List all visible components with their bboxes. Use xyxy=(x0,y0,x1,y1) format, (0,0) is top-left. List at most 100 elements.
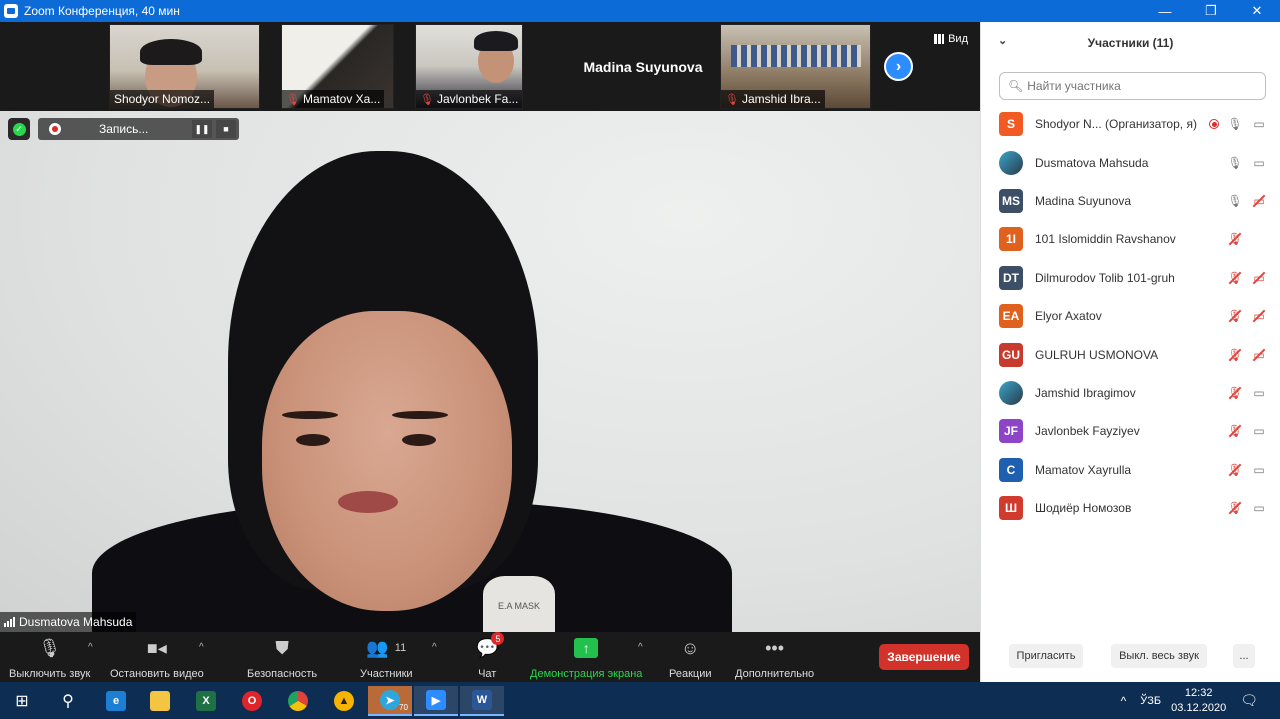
app-button[interactable]: ▲ xyxy=(322,686,366,716)
mic-muted-icon[interactable]: 🎙︎ xyxy=(1227,424,1243,438)
minimize-button[interactable]: — xyxy=(1142,0,1188,22)
video-camera-icon[interactable]: ▭ xyxy=(1251,156,1267,170)
video-camera-icon[interactable]: ▭ xyxy=(1251,424,1267,438)
speaker-mouth xyxy=(338,491,398,513)
panel-title: Участники (11) xyxy=(1087,36,1174,50)
participant-row[interactable]: C Mamatov Xayrulla 🎙︎ ▭ xyxy=(981,451,1280,489)
video-off-icon[interactable]: ▭ xyxy=(1251,271,1267,285)
opera-button[interactable]: O xyxy=(230,686,274,716)
share-screen-button[interactable]: ↑ Демонстрация экрана xyxy=(530,636,642,680)
participant-search[interactable]: 🔍︎ xyxy=(999,72,1266,100)
zoom-taskbar-button[interactable]: ▶ xyxy=(414,686,458,716)
participant-row[interactable]: DT Dilmurodov Tolib 101-gruh 🎙︎ ▭ xyxy=(981,259,1280,297)
close-button[interactable]: ✕ xyxy=(1234,0,1280,22)
stop-video-button[interactable]: ■◂ Остановить видео xyxy=(110,636,204,681)
participants-count: 11 xyxy=(394,642,407,654)
microphone-icon[interactable]: 🎙︎ xyxy=(1227,194,1243,208)
participant-row[interactable]: Ш Шодиёр Номозов 🎙︎ ▭ xyxy=(981,489,1280,527)
video-camera-icon[interactable]: ▭ xyxy=(1251,117,1267,131)
mic-muted-icon[interactable]: 🎙︎ xyxy=(1227,463,1243,477)
mic-muted-icon[interactable]: 🎙︎ xyxy=(1227,309,1243,323)
pause-recording-button[interactable]: ❚❚ xyxy=(192,120,212,138)
participant-row[interactable]: GU GULRUH USMONOVA 🎙︎ ▭ xyxy=(981,335,1280,373)
speaker-name-label: Dusmatova Mahsuda xyxy=(0,612,137,632)
maximize-button[interactable]: ❐ xyxy=(1188,0,1234,22)
microphone-icon[interactable]: 🎙︎ xyxy=(1227,117,1243,131)
clock[interactable]: 12:32 03.12.2020 xyxy=(1171,686,1226,716)
security-status[interactable]: ✓ xyxy=(8,118,30,140)
video-area: Shodyor Nomoz... 🎙 Mamatov Xa... 🎙 Javlonb… xyxy=(0,22,980,632)
participant-row[interactable]: 1I 101 Islomiddin Ravshanov 🎙︎ xyxy=(981,220,1280,258)
video-label: Остановить видео xyxy=(110,668,204,680)
microphone-icon[interactable]: 🎙︎ xyxy=(1227,156,1243,170)
mic-muted-icon[interactable]: 🎙︎ xyxy=(1227,501,1243,515)
mic-muted-icon[interactable]: 🎙︎ xyxy=(1227,232,1243,246)
participant-status-icons: 🎙︎ ▭ xyxy=(1209,117,1267,131)
share-options-caret[interactable]: ^ xyxy=(638,642,643,653)
view-button[interactable]: Вид xyxy=(934,33,968,45)
end-meeting-button[interactable]: Завершение xyxy=(879,644,969,670)
participants-button[interactable]: 👥 11 Участники xyxy=(360,636,413,681)
participant-row[interactable]: JF Javlonbek Fayziyev 🎙︎ ▭ xyxy=(981,412,1280,450)
app-triangle-icon: ▲ xyxy=(334,691,354,711)
reactions-button[interactable]: ☺ Реакции xyxy=(669,636,712,681)
video-options-caret[interactable]: ^ xyxy=(199,642,204,653)
video-thumbnail-name-only[interactable]: Madina Suyunova xyxy=(568,24,718,109)
reactions-label: Реакции xyxy=(669,668,712,680)
start-button[interactable]: ⊞ xyxy=(0,686,44,716)
invite-button[interactable]: Пригласить xyxy=(1009,644,1083,668)
chevron-down-icon[interactable]: ⌄ xyxy=(998,34,1007,47)
video-thumbnail[interactable]: 🎙 Jamshid Ibra... xyxy=(720,24,871,109)
next-page-button[interactable]: › xyxy=(884,52,913,81)
avatar: C xyxy=(999,457,1023,482)
video-camera-icon[interactable]: ▭ xyxy=(1251,386,1267,400)
video-camera-icon[interactable] xyxy=(1251,232,1267,246)
speaker-eye-left xyxy=(296,434,330,446)
notification-icon[interactable]: 🗨 xyxy=(1240,692,1258,709)
edge-button[interactable]: e xyxy=(94,686,138,716)
participant-name: Dilmurodov Tolib 101-gruh xyxy=(1035,270,1175,285)
panel-header: ⌄ Участники (11) xyxy=(981,22,1280,64)
participant-row[interactable]: Dusmatova Mahsuda 🎙︎ ▭ xyxy=(981,143,1280,181)
video-thumbnail[interactable]: Shodyor Nomoz... xyxy=(109,24,260,109)
word-button[interactable]: W xyxy=(460,686,504,716)
participant-row[interactable]: S Shodyor N... (Организатор, я) 🎙︎ ▭ xyxy=(981,105,1280,143)
search-input[interactable] xyxy=(1027,79,1258,93)
avatar xyxy=(999,150,1023,175)
search-button[interactable]: ⚲ xyxy=(46,686,90,716)
recording-label: Запись... xyxy=(99,122,149,136)
chevron-up-icon[interactable]: ^ xyxy=(1121,694,1127,708)
more-button[interactable]: ••• Дополнительно xyxy=(735,636,814,681)
video-thumbnail[interactable]: 🎙 Javlonbek Fa... xyxy=(415,24,523,109)
chat-button[interactable]: 💬 5 Чат xyxy=(476,632,505,680)
audio-options-caret[interactable]: ^ xyxy=(88,642,93,653)
participant-row[interactable]: Jamshid Ibragimov 🎙︎ ▭ xyxy=(981,374,1280,412)
mic-muted-icon[interactable]: 🎙︎ xyxy=(1227,386,1243,400)
video-off-icon[interactable]: ▭ xyxy=(1251,194,1267,208)
telegram-button[interactable]: ➤ 70 xyxy=(368,686,412,716)
more-options-button[interactable]: ... xyxy=(1233,644,1255,668)
stop-recording-button[interactable]: ■ xyxy=(216,120,236,138)
excel-button[interactable]: X xyxy=(184,686,228,716)
mute-all-button[interactable]: Выкл. весь звук xyxy=(1111,644,1207,668)
participant-row[interactable]: MS Madina Suyunova 🎙︎ ▭ xyxy=(981,182,1280,220)
video-thumbnail[interactable]: 🎙 Mamatov Xa... xyxy=(281,24,394,109)
video-off-icon[interactable]: ▭ xyxy=(1251,309,1267,323)
telegram-badge: 70 xyxy=(399,703,408,712)
video-off-icon[interactable]: ▭ xyxy=(1251,348,1267,362)
video-camera-icon[interactable]: ▭ xyxy=(1251,501,1267,515)
security-button[interactable]: ⛊ Безопасность xyxy=(247,636,317,681)
participants-options-caret[interactable]: ^ xyxy=(432,642,437,653)
file-explorer-button[interactable] xyxy=(138,686,182,716)
participant-status-icons: 🎙︎ ▭ xyxy=(1227,501,1267,515)
chrome-button[interactable] xyxy=(276,686,320,716)
mute-button[interactable]: 🎙 Выключить звук xyxy=(9,636,90,681)
language-indicator[interactable]: ЎЗБ xyxy=(1140,695,1161,707)
participant-name: 101 Islomiddin Ravshanov xyxy=(1035,232,1176,247)
signal-strength-icon xyxy=(4,617,15,627)
video-camera-icon[interactable]: ▭ xyxy=(1251,463,1267,477)
mic-muted-icon[interactable]: 🎙︎ xyxy=(1227,348,1243,362)
participant-row[interactable]: EA Elyor Axatov 🎙︎ ▭ xyxy=(981,297,1280,335)
mic-muted-icon[interactable]: 🎙︎ xyxy=(1227,271,1243,285)
avatar: EA xyxy=(999,304,1023,329)
